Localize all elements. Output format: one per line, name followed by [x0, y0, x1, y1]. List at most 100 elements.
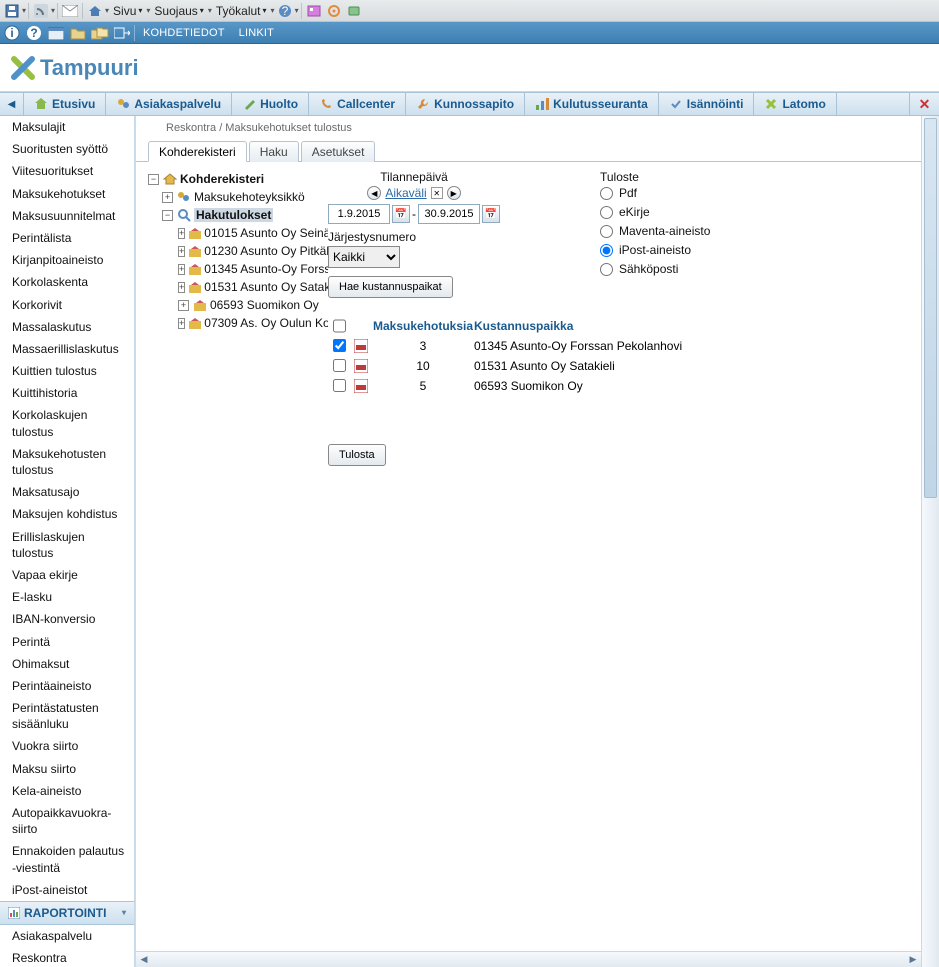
tree-item[interactable]: +01531 Asunto Oy Satakie [148, 278, 328, 296]
next-period-button[interactable]: ▶ [447, 186, 461, 200]
side-item[interactable]: Korkorivit [0, 294, 134, 316]
side-item[interactable]: Kela-aineisto [0, 780, 134, 802]
info-icon[interactable]: i [2, 24, 22, 42]
side-item[interactable]: Kuittihistoria [0, 382, 134, 404]
home-icon[interactable] [85, 2, 105, 20]
tree-unit[interactable]: + Maksukehoteyksikkö [148, 188, 328, 206]
side-item[interactable]: Korkolaskenta [0, 271, 134, 293]
tool-icon-1[interactable] [304, 2, 324, 20]
date-to-input[interactable] [418, 204, 480, 224]
row-checkbox[interactable] [333, 379, 346, 392]
side-item[interactable]: IBAN-konversio [0, 608, 134, 630]
side-item[interactable]: Maksatusajo [0, 481, 134, 503]
hscrollbar[interactable]: ◀ ▶ [136, 951, 921, 967]
tool-icon-2[interactable] [324, 2, 344, 20]
side-item[interactable]: Perintä [0, 631, 134, 653]
side-item[interactable]: Maksusuunnitelmat [0, 205, 134, 227]
jarjestys-select[interactable]: Kaikki [328, 246, 400, 268]
side-item[interactable]: Korkolaskujen tulostus [0, 404, 134, 442]
side-item[interactable]: Kuittien tulostus [0, 360, 134, 382]
tree-search-results[interactable]: − Hakutulokset [148, 206, 328, 224]
side-item[interactable]: Perintäaineisto [0, 675, 134, 697]
side-item[interactable]: Suoritusten syöttö [0, 138, 134, 160]
side-item[interactable]: Ohimaksut [0, 653, 134, 675]
menu-tyokalut[interactable]: Työkalut [212, 4, 271, 18]
section-raportointi[interactable]: RAPORTOINTI ▾ [0, 901, 134, 925]
tree-item[interactable]: +01015 Asunto Oy Seinäjo [148, 224, 328, 242]
scroll-right-arrow[interactable]: ▶ [905, 953, 921, 967]
folders-icon[interactable] [90, 24, 110, 42]
side-item[interactable]: Massaerillislaskutus [0, 338, 134, 360]
tab-kulutusseuranta[interactable]: Kulutusseuranta [525, 93, 659, 115]
side-item[interactable]: Maksukehotusten tulostus [0, 443, 134, 481]
radio-ipost[interactable]: iPost-aineisto [600, 243, 710, 257]
link-kohdetiedot[interactable]: Kohdetiedot [137, 27, 231, 39]
rss-icon[interactable] [31, 2, 51, 20]
hae-kustannuspaikat-button[interactable]: Hae kustannuspaikat [328, 276, 453, 298]
calendar-icon[interactable] [46, 24, 66, 42]
prev-period-button[interactable]: ◀ [367, 186, 381, 200]
mail-icon[interactable] [60, 2, 80, 20]
vscrollbar[interactable] [921, 116, 939, 967]
side-item[interactable]: iPost-aineistot [0, 879, 134, 901]
folder-icon[interactable] [68, 24, 88, 42]
menu-suojaus[interactable]: Suojaus [150, 4, 207, 18]
tree-item[interactable]: +06593 Suomikon Oy [148, 296, 328, 314]
panel-tab-haku[interactable]: Haku [249, 141, 299, 162]
calendar-to-button[interactable]: 📅 [482, 205, 500, 223]
calendar-from-button[interactable]: 📅 [392, 205, 410, 223]
panel-tab-kohderekisteri[interactable]: Kohderekisteri [148, 141, 247, 162]
radio-pdf[interactable]: Pdf [600, 186, 710, 200]
side-item[interactable]: Massalaskutus [0, 316, 134, 338]
side-item[interactable]: Erillislaskujen tulostus [0, 526, 134, 564]
nav-close[interactable]: ✕ [909, 93, 939, 115]
side-item[interactable]: Perintästatusten sisäänluku [0, 697, 134, 735]
help-icon[interactable]: ? [275, 2, 295, 20]
select-all-checkbox[interactable] [333, 319, 346, 333]
scroll-thumb[interactable] [924, 118, 937, 498]
tab-asiakaspalvelu[interactable]: Asiakaspalvelu [106, 93, 232, 115]
tree-item[interactable]: +07309 As. Oy Oulun Kotil [148, 314, 328, 332]
side-item[interactable]: Maksu siirto [0, 758, 134, 780]
side-item[interactable]: Maksujen kohdistus [0, 503, 134, 525]
side-item[interactable]: Vapaa ekirje [0, 564, 134, 586]
row-checkbox[interactable] [333, 359, 346, 372]
side-item[interactable]: Maksulajit [0, 116, 134, 138]
pdf-icon[interactable] [354, 339, 368, 353]
side-item[interactable]: Kirjanpitoaineisto [0, 249, 134, 271]
menu-sivu[interactable]: Sivu [109, 4, 146, 18]
logout-icon[interactable] [112, 24, 132, 42]
row-checkbox[interactable] [333, 339, 346, 352]
side-item[interactable]: Viitesuoritukset [0, 160, 134, 182]
tree-item[interactable]: +01345 Asunto-Oy Forssa [148, 260, 328, 278]
side-item[interactable]: E-lasku [0, 586, 134, 608]
side-item[interactable]: Ennakoiden palautus -viestintä [0, 840, 134, 878]
tab-callcenter[interactable]: Callcenter [309, 93, 406, 115]
scroll-left-arrow[interactable]: ◀ [136, 953, 152, 967]
side-item[interactable]: Asiakaspalvelu [0, 925, 134, 947]
radio-ekirje[interactable]: eKirje [600, 205, 710, 219]
col-kustannuspaikka[interactable]: Kustannuspaikka [474, 319, 913, 333]
side-item[interactable]: Maksukehotukset [0, 183, 134, 205]
clear-period-button[interactable]: ✕ [431, 187, 443, 199]
radio-maventa[interactable]: Maventa-aineisto [600, 224, 710, 238]
side-item[interactable]: Perintälista [0, 227, 134, 249]
save-icon[interactable] [2, 2, 22, 20]
tab-latomo[interactable]: Latomo [754, 93, 836, 115]
side-item[interactable]: Vuokra siirto [0, 735, 134, 757]
nav-scroll-left[interactable]: ◀ [0, 93, 24, 115]
pdf-icon[interactable] [354, 379, 368, 393]
aikavali-link[interactable]: Aikaväli [385, 186, 426, 200]
tab-kunnossapito[interactable]: Kunnossapito [406, 93, 525, 115]
tab-huolto[interactable]: Huolto [232, 93, 309, 115]
panel-tab-asetukset[interactable]: Asetukset [301, 141, 376, 162]
tab-isannointi[interactable]: Isännöinti [659, 93, 755, 115]
radio-sahkoposti[interactable]: Sähköposti [600, 262, 710, 276]
link-linkit[interactable]: Linkit [233, 27, 280, 39]
side-item[interactable]: Reskontra [0, 947, 134, 967]
tulosta-button[interactable]: Tulosta [328, 444, 386, 466]
tree-root[interactable]: − Kohderekisteri [148, 170, 328, 188]
tree-item[interactable]: +01230 Asunto Oy Pitkäka [148, 242, 328, 260]
date-from-input[interactable] [328, 204, 390, 224]
help-icon-2[interactable]: ? [24, 24, 44, 42]
